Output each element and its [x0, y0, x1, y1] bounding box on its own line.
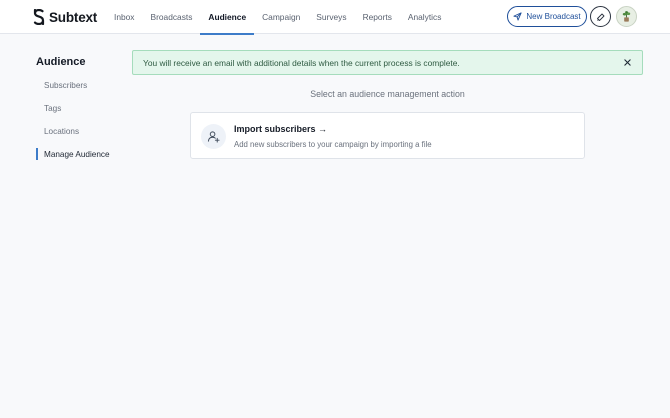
alert-close-button[interactable]	[621, 56, 633, 68]
nav-item-audience[interactable]: Audience	[200, 0, 254, 35]
import-subscribers-title: Import subscribers →	[234, 124, 328, 134]
megaphone-button[interactable]	[590, 6, 611, 27]
user-avatar[interactable]	[616, 6, 637, 27]
top-navigation-bar: Subtext Inbox Broadcasts Audience Campai…	[0, 0, 670, 35]
nav-item-broadcasts[interactable]: Broadcasts	[143, 0, 201, 34]
sidebar-active-marker	[36, 148, 38, 160]
brand-name: Subtext	[49, 9, 98, 25]
action-prompt: Select an audience management action	[310, 89, 465, 99]
nav-item-surveys[interactable]: Surveys	[308, 0, 354, 34]
new-broadcast-button[interactable]: New Broadcast	[507, 6, 587, 27]
add-user-icon	[201, 124, 226, 149]
success-alert: You will receive an email with additiona…	[132, 50, 643, 75]
sidebar-item-tags[interactable]: Tags	[44, 104, 61, 113]
nav-item-analytics[interactable]: Analytics	[400, 0, 450, 34]
nav-item-reports[interactable]: Reports	[355, 0, 400, 34]
subtext-logo[interactable]: Subtext	[33, 8, 97, 26]
close-icon	[623, 58, 631, 66]
nav-item-inbox[interactable]: Inbox	[106, 0, 143, 34]
new-broadcast-label: New Broadcast	[526, 12, 581, 21]
main-nav: Inbox Broadcasts Audience Campaign Surve…	[106, 0, 450, 35]
sidebar-title: Audience	[36, 56, 86, 68]
sidebar-item-subscribers[interactable]: Subscribers	[44, 81, 87, 90]
alert-message: You will receive an email with additiona…	[143, 57, 460, 68]
plant-icon	[622, 11, 631, 22]
subtext-logo-icon	[33, 9, 45, 25]
nav-item-campaign[interactable]: Campaign	[254, 0, 308, 34]
sidebar-item-locations[interactable]: Locations	[44, 127, 79, 136]
sidebar-item-manage-audience[interactable]: Manage Audience	[44, 150, 110, 159]
send-icon	[513, 12, 522, 21]
import-subscribers-description: Add new subscribers to your campaign by …	[234, 140, 432, 149]
megaphone-icon	[596, 13, 604, 21]
import-subscribers-card[interactable]: Import subscribers → Add new subscribers…	[190, 112, 585, 159]
